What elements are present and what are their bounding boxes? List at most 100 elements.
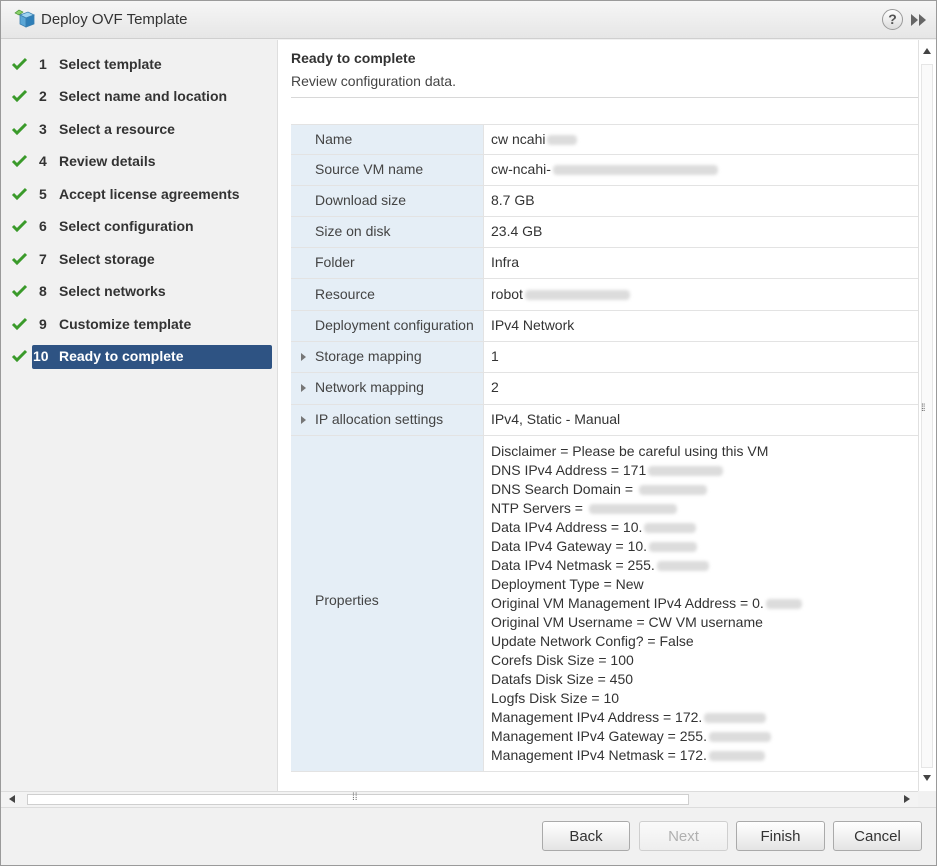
row-value: 2 — [491, 379, 499, 395]
step-review-details[interactable]: 4 Review details — [9, 150, 271, 174]
row-key-cell: Name — [291, 125, 484, 154]
row-key-cell: Deployment configuration — [291, 311, 484, 341]
table-row-properties: Properties Disclaimer = Please be carefu… — [291, 436, 918, 772]
row-key: Storage mapping — [315, 348, 422, 364]
next-button[interactable]: Next — [639, 821, 728, 851]
step-select-name-location[interactable]: 2 Select name and location — [9, 85, 271, 109]
property-line: Deployment Type = New — [491, 576, 644, 592]
horizontal-scrollbar[interactable]: ⁞⁞ — [1, 791, 918, 807]
row-value: Infra — [491, 254, 520, 270]
scroll-right-icon[interactable] — [904, 795, 910, 803]
table-row: Deployment configuration IPv4 Network — [291, 311, 918, 342]
step-number: 1 — [39, 56, 47, 72]
vertical-scrollbar[interactable] — [918, 40, 936, 791]
row-value: 23.4 GB — [491, 223, 543, 239]
redacted-value — [765, 599, 802, 610]
grip-icon: ⁞⁞ — [352, 792, 358, 803]
step-select-configuration[interactable]: 6 Select configuration — [9, 215, 271, 239]
step-label: Select a resource — [59, 121, 175, 137]
step-number: 9 — [39, 316, 47, 332]
row-key-cell: Download size — [291, 186, 484, 216]
row-key: Resource — [315, 286, 375, 302]
scroll-up-icon[interactable] — [923, 48, 931, 54]
row-key: Folder — [315, 254, 355, 270]
scroll-left-icon[interactable] — [9, 795, 15, 803]
row-value: 8.7 GB — [491, 192, 535, 208]
row-key: Name — [315, 131, 353, 147]
row-key: Deployment configuration — [315, 317, 474, 333]
expand-triangle-icon[interactable] — [301, 353, 306, 361]
table-row: Download size 8.7 GB — [291, 186, 918, 217]
check-icon — [11, 154, 28, 168]
page-subtitle: Review configuration data. — [291, 73, 456, 89]
row-key: IP allocation settings — [315, 411, 444, 427]
step-number: 3 — [39, 121, 47, 137]
row-key-cell: Storage mapping — [291, 342, 484, 372]
redacted-value — [708, 751, 765, 762]
step-select-resource[interactable]: 3 Select a resource — [9, 118, 271, 142]
check-icon — [11, 122, 28, 136]
ovf-template-icon — [14, 9, 35, 28]
dialog-footer: Back Next Finish Cancel — [1, 807, 936, 865]
step-select-networks[interactable]: 8 Select networks — [9, 280, 271, 304]
check-icon — [11, 284, 28, 298]
property-line: Management IPv4 Address = 172. — [491, 708, 802, 727]
table-row-expandable[interactable]: IP allocation settings IPv4, Static - Ma… — [291, 405, 918, 436]
redacted-value — [656, 561, 709, 572]
step-customize-template[interactable]: 9 Customize template — [9, 313, 271, 337]
check-icon — [11, 89, 28, 103]
property-line: DNS IPv4 Address = 171 — [491, 461, 802, 480]
property-line: Data IPv4 Address = 10. — [491, 518, 802, 537]
property-line: DNS Search Domain = — [491, 480, 802, 499]
scroll-thumb[interactable] — [27, 794, 689, 805]
property-line: Management IPv4 Netmask = 172. — [491, 746, 802, 765]
row-key: Size on disk — [315, 223, 391, 239]
review-panel: Ready to complete Review configuration d… — [278, 40, 918, 791]
row-key: Source VM name — [315, 161, 424, 177]
back-button[interactable]: Back — [542, 821, 630, 851]
cancel-button[interactable]: Cancel — [833, 821, 922, 851]
row-key-cell: Properties — [291, 436, 484, 771]
row-key-cell: Source VM name — [291, 155, 484, 185]
property-line: Logfs Disk Size = 10 — [491, 690, 620, 706]
step-number: 4 — [39, 153, 47, 169]
step-label: Select name and location — [59, 88, 228, 104]
row-key-cell: Folder — [291, 248, 484, 278]
divider — [291, 97, 918, 98]
table-row-expandable[interactable]: Network mapping 2 — [291, 373, 918, 405]
step-number: 2 — [39, 88, 47, 104]
step-label: Select storage — [59, 251, 155, 267]
redacted-value — [639, 485, 708, 496]
table-row-expandable[interactable]: Storage mapping 1 — [291, 342, 918, 373]
property-line: Original VM Management IPv4 Address = 0. — [491, 594, 802, 613]
help-button[interactable]: ? — [882, 9, 903, 30]
step-accept-license[interactable]: 5 Accept license agreements — [9, 183, 271, 207]
step-ready-to-complete[interactable]: 10 Ready to complete — [9, 345, 272, 369]
resize-grip-icon[interactable]: ⁞⁞ — [921, 403, 931, 415]
expand-triangle-icon[interactable] — [301, 416, 306, 424]
property-line: Data IPv4 Gateway = 10. — [491, 537, 802, 556]
redacted-value — [708, 732, 771, 743]
properties-list: Disclaimer = Please be careful using thi… — [491, 442, 802, 765]
scroll-thumb[interactable] — [921, 64, 933, 768]
step-select-storage[interactable]: 7 Select storage — [9, 248, 271, 272]
row-value: cw ncahi — [491, 131, 578, 147]
row-value: IPv4, Static - Manual — [491, 411, 621, 427]
property-line: Original VM Username = CW VM username — [491, 614, 763, 630]
expand-triangle-icon[interactable] — [301, 384, 306, 392]
row-key: Network mapping — [315, 379, 424, 395]
step-select-template[interactable]: 1 Select template — [9, 53, 271, 77]
expand-icon[interactable] — [909, 11, 929, 29]
scroll-down-icon[interactable] — [923, 775, 931, 781]
finish-button[interactable]: Finish — [736, 821, 825, 851]
redacted-value — [547, 135, 578, 146]
row-key: Download size — [315, 192, 407, 208]
property-line: Disclaimer = Please be careful using thi… — [491, 443, 769, 459]
step-label: Ready to complete — [59, 348, 184, 364]
step-number: 7 — [39, 251, 47, 267]
row-value: robot — [491, 286, 630, 302]
row-value: IPv4 Network — [491, 317, 575, 333]
deploy-ovf-dialog: Deploy OVF Template ? 1 Select template … — [0, 0, 937, 866]
property-line: Management IPv4 Gateway = 255. — [491, 727, 802, 746]
table-row: Folder Infra — [291, 248, 918, 279]
